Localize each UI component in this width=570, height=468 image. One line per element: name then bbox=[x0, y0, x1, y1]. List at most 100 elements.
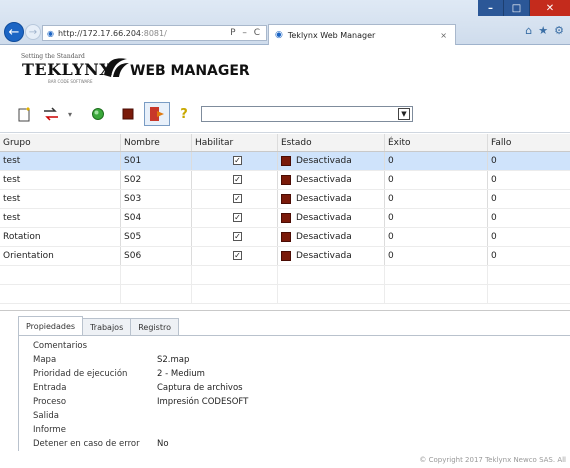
cell-nombre: S04 bbox=[121, 209, 192, 227]
property-label: Prioridad de ejecución bbox=[33, 369, 128, 379]
table-row[interactable]: test S01 ✓ Desactivada 0 0 bbox=[0, 152, 570, 171]
address-tools[interactable]: Ρ – C bbox=[230, 28, 262, 38]
copyright-footer: © Copyright 2017 Teklynx Newco SAS. All bbox=[419, 456, 566, 464]
tab-registro[interactable]: Registro bbox=[130, 318, 179, 335]
empty-cell bbox=[488, 285, 570, 303]
forward-button[interactable]: → bbox=[25, 24, 41, 40]
home-icon[interactable]: ⌂ bbox=[525, 24, 532, 37]
empty-cell bbox=[121, 285, 192, 303]
cell-grupo: test bbox=[0, 152, 121, 170]
column-header-nombre[interactable]: Nombre bbox=[121, 134, 192, 151]
column-header-estado[interactable]: Estado bbox=[278, 134, 385, 151]
cell-habilitar: ✓ bbox=[192, 171, 278, 189]
filter-select[interactable]: ▼ bbox=[201, 106, 413, 122]
move-arrows-icon[interactable] bbox=[43, 106, 59, 122]
browser-tab[interactable]: ◉ Teklynx Web Manager × bbox=[268, 24, 456, 45]
tab-propiedades[interactable]: Propiedades bbox=[18, 316, 84, 335]
table-row[interactable]: test S02 ✓ Desactivada 0 0 bbox=[0, 171, 570, 190]
tab-trabajos[interactable]: Trabajos bbox=[82, 318, 132, 335]
column-header-fallo[interactable]: Fallo bbox=[488, 134, 570, 151]
cell-estado: Desactivada bbox=[278, 228, 385, 246]
address-bar[interactable]: ◉ http://172.17.66.204:8081/ Ρ – C bbox=[42, 25, 267, 41]
details-panel: Propiedades Trabajos Registro Comentario… bbox=[0, 310, 570, 451]
logo-subtitle: BAR CODE SOFTWARE bbox=[48, 79, 93, 84]
cell-nombre: S06 bbox=[121, 247, 192, 265]
address-host: http://172.17.66.204 bbox=[57, 28, 142, 38]
property-label: Informe bbox=[33, 425, 66, 435]
app-header: Setting the Standard TEKLYNX BAR CODE SO… bbox=[0, 45, 570, 93]
ie-tab-icon: ◉ bbox=[275, 30, 283, 40]
minimize-button[interactable]: – bbox=[478, 0, 504, 16]
properties-list: Comentarios Mapa S2.map Prioridad de ejec… bbox=[18, 335, 570, 451]
state-label: Desactivada bbox=[296, 156, 352, 166]
enable-checkbox[interactable]: ✓ bbox=[233, 156, 242, 165]
cell-nombre: S02 bbox=[121, 171, 192, 189]
run-service-icon[interactable] bbox=[144, 102, 170, 126]
property-value: Impresión CODESOFT bbox=[157, 397, 249, 407]
services-table: Grupo Nombre Habilitar Estado Éxito Fall… bbox=[0, 134, 570, 307]
cell-exito: 0 bbox=[385, 171, 488, 189]
enable-checkbox[interactable]: ✓ bbox=[233, 251, 242, 260]
favorites-star-icon[interactable]: ★ bbox=[538, 24, 548, 37]
property-value: S2.map bbox=[157, 355, 190, 365]
cell-grupo: Rotation bbox=[0, 228, 121, 246]
back-button[interactable]: ← bbox=[4, 22, 24, 42]
settings-gear-icon[interactable]: ⚙ bbox=[554, 24, 564, 37]
property-label: Mapa bbox=[33, 355, 57, 365]
property-label: Entrada bbox=[33, 383, 67, 393]
cell-fallo: 0 bbox=[491, 213, 497, 223]
stopped-state-icon bbox=[281, 232, 291, 242]
cell-habilitar: ✓ bbox=[192, 190, 278, 208]
enable-checkbox[interactable]: ✓ bbox=[233, 175, 242, 184]
state-label: Desactivada bbox=[296, 213, 352, 223]
cell-grupo: test bbox=[0, 190, 121, 208]
table-row[interactable]: test S04 ✓ Desactivada 0 0 bbox=[0, 209, 570, 228]
property-row: Prioridad de ejecución 2 - Medium bbox=[33, 367, 205, 381]
property-label: Proceso bbox=[33, 397, 67, 407]
cell-fallo: 0 bbox=[491, 194, 497, 204]
chevron-down-icon[interactable]: ▼ bbox=[398, 108, 410, 120]
property-value: 2 - Medium bbox=[157, 369, 205, 379]
start-icon[interactable] bbox=[90, 106, 106, 122]
property-label: Detener en caso de error bbox=[33, 439, 140, 449]
close-window-button[interactable]: ✕ bbox=[530, 0, 570, 16]
cell-exito: 0 bbox=[385, 152, 488, 170]
table-row[interactable]: test S03 ✓ Desactivada 0 0 bbox=[0, 190, 570, 209]
ie-page-icon: ◉ bbox=[47, 28, 54, 38]
column-header-habilitar[interactable]: Habilitar bbox=[192, 134, 278, 151]
property-value: No bbox=[157, 439, 169, 449]
enable-checkbox[interactable]: ✓ bbox=[233, 194, 242, 203]
logo-swirl-icon bbox=[104, 58, 129, 77]
cell-habilitar: ✓ bbox=[192, 247, 278, 265]
enable-checkbox[interactable]: ✓ bbox=[233, 232, 242, 241]
help-icon[interactable]: ? bbox=[176, 106, 192, 122]
column-header-exito[interactable]: Éxito bbox=[385, 134, 488, 151]
table-row[interactable]: Rotation S05 ✓ Desactivada 0 0 bbox=[0, 228, 570, 247]
property-row: Mapa S2.map bbox=[33, 353, 189, 367]
cell-fallo: 0 bbox=[491, 251, 497, 261]
property-row: Comentarios bbox=[33, 339, 157, 353]
tab-close-icon[interactable]: × bbox=[440, 31, 447, 40]
stop-icon[interactable] bbox=[120, 106, 136, 122]
new-service-icon[interactable] bbox=[17, 106, 33, 122]
table-row[interactable]: Orientation S06 ✓ Desactivada 0 0 bbox=[0, 247, 570, 266]
enable-checkbox[interactable]: ✓ bbox=[233, 213, 242, 222]
cell-nombre: S01 bbox=[121, 152, 192, 170]
property-label: Salida bbox=[33, 411, 59, 421]
window-controls: – □ ✕ bbox=[478, 0, 570, 16]
empty-cell bbox=[192, 266, 278, 284]
maximize-button[interactable]: □ bbox=[504, 0, 530, 16]
move-dropdown-icon[interactable]: ▾ bbox=[62, 106, 78, 122]
logo-brand: TEKLYNX bbox=[22, 60, 113, 79]
stopped-state-icon bbox=[281, 194, 291, 204]
column-header-grupo[interactable]: Grupo bbox=[0, 134, 121, 151]
cell-exito: 0 bbox=[385, 190, 488, 208]
state-label: Desactivada bbox=[296, 175, 352, 185]
cell-nombre: S05 bbox=[121, 228, 192, 246]
state-label: Desactivada bbox=[296, 194, 352, 204]
cell-estado: Desactivada bbox=[278, 190, 385, 208]
stopped-state-icon bbox=[281, 251, 291, 261]
cell-grupo: Orientation bbox=[0, 247, 121, 265]
empty-table-row bbox=[0, 285, 570, 304]
property-label: Comentarios bbox=[33, 341, 88, 351]
